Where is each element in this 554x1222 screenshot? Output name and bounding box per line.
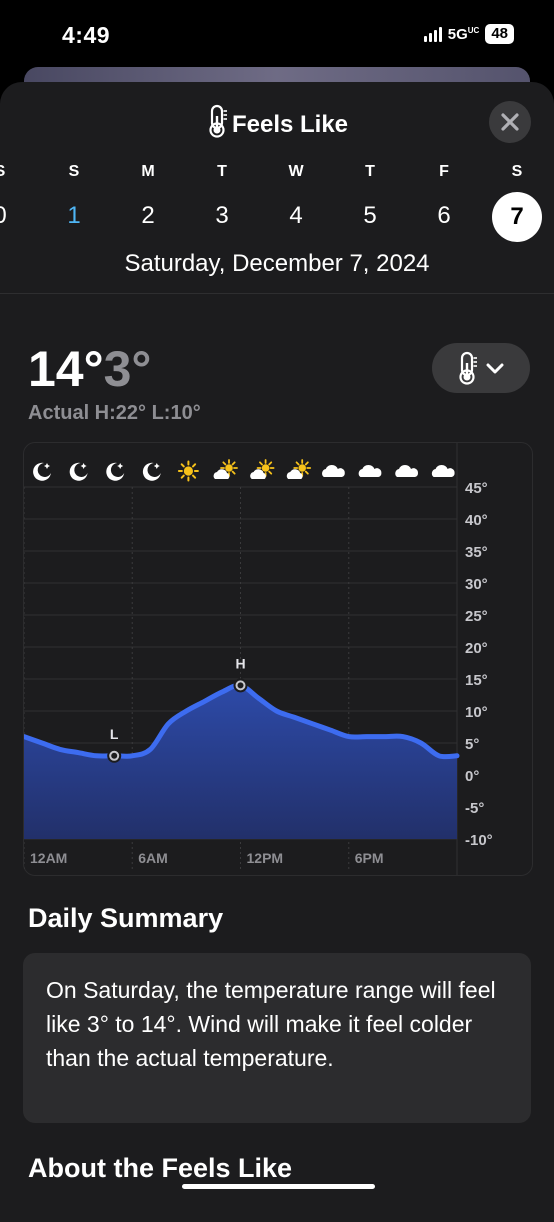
- about-title: About the Feels Like: [28, 1153, 293, 1183]
- weekday-label: T: [365, 163, 375, 180]
- close-button[interactable]: [489, 101, 531, 143]
- network-label: 5GUC: [447, 25, 480, 43]
- date-item[interactable]: 0: [0, 202, 24, 232]
- y-tick-label: 10°: [465, 704, 488, 721]
- daily-summary-text: On Saturday, the temperature range will …: [46, 977, 496, 1071]
- y-tick-label: 45°: [465, 480, 488, 497]
- x-tick-label: 6AM: [138, 850, 168, 866]
- date-item[interactable]: 3: [198, 202, 246, 232]
- feels-like-high: 14°: [28, 341, 104, 397]
- battery-icon: 48: [485, 24, 514, 44]
- date-item[interactable]: 5: [346, 202, 394, 232]
- partly-cloudy-icon: [286, 459, 312, 479]
- low-marker-label: L: [110, 726, 119, 742]
- cloud-icon: [358, 465, 382, 477]
- y-tick-label: -10°: [465, 832, 493, 849]
- weekday-label: W: [288, 163, 304, 180]
- y-tick-label: -5°: [465, 800, 484, 817]
- date-item[interactable]: 2: [124, 202, 172, 232]
- chart-svg: 45° 40° 35° 30° 25° 20° 15° 10° 5° 0° -5° -10° 12AM 6…: [24, 443, 493, 875]
- y-tick-label: 0°: [465, 768, 479, 785]
- feels-like-area: [24, 685, 457, 839]
- weekday-label: S: [511, 163, 523, 180]
- date-selected[interactable]: 7: [492, 192, 542, 242]
- weekday-label: M: [141, 163, 155, 180]
- moon-icon: [33, 462, 51, 481]
- y-tick-label: 35°: [465, 544, 488, 561]
- y-tick-label: 20°: [465, 640, 488, 657]
- sheet-title: Feels Like: [0, 104, 554, 139]
- signal-icon: [423, 26, 442, 42]
- partly-cloudy-icon: [213, 459, 238, 479]
- feels-like-range: 14°3°: [28, 340, 151, 398]
- metric-menu-button[interactable]: [432, 343, 530, 393]
- x-tick-label: 12AM: [30, 850, 67, 866]
- moon-icon: [142, 462, 161, 481]
- partly-cloudy-icon: [250, 459, 275, 479]
- status-time: 4:49: [62, 22, 111, 48]
- weekday-label: S: [68, 163, 80, 180]
- chevron-down-icon: [486, 363, 504, 374]
- feels-like-chart[interactable]: 45° 40° 35° 30° 25° 20° 15° 10° 5° 0° -5° -10° 12AM 6…: [23, 442, 533, 876]
- thermometer-icon: [459, 351, 477, 385]
- date-item[interactable]: 4: [272, 202, 320, 232]
- selected-date: Saturday, December 7, 2024: [124, 250, 430, 277]
- date-item[interactable]: 1: [50, 202, 98, 232]
- y-tick-label: 25°: [465, 608, 488, 625]
- cloud-icon: [395, 465, 419, 477]
- daily-summary-title: Daily Summary: [28, 903, 224, 933]
- x-tick-label: 6PM: [355, 850, 384, 866]
- sun-icon: [177, 460, 199, 482]
- weekday-label: S: [0, 163, 20, 181]
- y-tick-label: 30°: [465, 576, 488, 593]
- actual-temps: Actual H:22° L:10°: [28, 402, 201, 424]
- y-tick-label: 40°: [465, 512, 488, 529]
- x-tick-label: 12PM: [247, 850, 284, 866]
- thermometer-icon: [209, 104, 227, 138]
- divider: [0, 293, 554, 294]
- cloud-icon: [431, 465, 455, 477]
- date-item[interactable]: 6: [420, 202, 468, 232]
- moon-icon: [69, 462, 88, 481]
- feels-like-low: 3°: [103, 341, 152, 397]
- weekday-label: T: [217, 163, 227, 180]
- status-indicators: 5GUC 48: [423, 24, 514, 44]
- cloud-icon: [322, 465, 345, 477]
- home-indicator[interactable]: [182, 1184, 375, 1189]
- y-tick-label: 15°: [465, 672, 488, 689]
- close-icon: [501, 113, 519, 131]
- high-marker-label: H: [235, 655, 245, 671]
- weekday-label: F: [439, 163, 449, 180]
- y-tick-label: 5°: [465, 736, 479, 753]
- moon-icon: [106, 462, 125, 481]
